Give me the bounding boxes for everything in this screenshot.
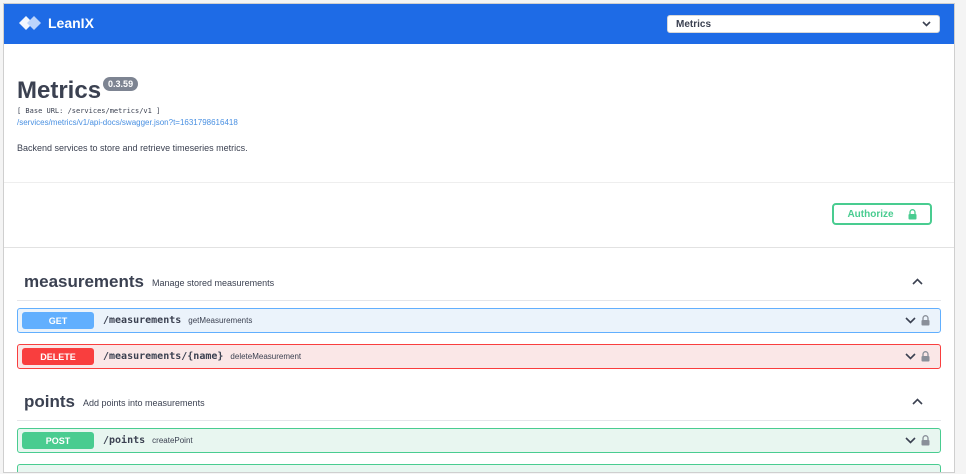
- operation-path: /points: [103, 435, 146, 446]
- divider: [4, 182, 954, 183]
- operation-create-point[interactable]: POST /points createPoint: [17, 428, 941, 453]
- lock-icon: [908, 208, 917, 219]
- brand-name: LeanIX: [48, 15, 94, 31]
- operation-delete-measurement[interactable]: DELETE /measurements/{name} deleteMeasur…: [17, 344, 941, 369]
- spec-select-value: Metrics: [676, 18, 712, 30]
- authorize-button[interactable]: Authorize: [832, 203, 932, 225]
- api-info: Metrics 0.3.59 [ Base URL: /services/met…: [17, 76, 937, 153]
- authorize-label: Authorize: [847, 208, 894, 220]
- lock-icon[interactable]: [921, 351, 930, 362]
- operation-path: /measurements: [103, 315, 182, 326]
- page-title: Metrics: [17, 77, 102, 104]
- brand[interactable]: LeanIX: [18, 14, 94, 32]
- api-description: Backend services to store and retrieve t…: [17, 143, 248, 153]
- tag-description: Manage stored measurements: [152, 278, 275, 288]
- divider: [4, 247, 954, 248]
- tag-measurements[interactable]: measurements Manage stored measurements: [17, 264, 941, 301]
- leanix-logo-icon: [19, 16, 41, 30]
- tag-description: Add points into measurements: [83, 398, 205, 408]
- swagger-page: LeanIX Metrics Metrics 0.3.59 [ Base URL…: [3, 3, 955, 473]
- chevron-down-icon[interactable]: [905, 317, 916, 324]
- chevron-down-icon[interactable]: [905, 437, 916, 444]
- tag-points[interactable]: points Add points into measurements: [17, 384, 941, 421]
- chevron-up-icon[interactable]: [912, 398, 923, 405]
- chevron-down-icon[interactable]: [905, 353, 916, 360]
- spec-link[interactable]: /services/metrics/v1/api-docs/swagger.js…: [17, 118, 937, 127]
- tag-name: measurements: [24, 272, 145, 291]
- operation-get-measurements[interactable]: GET /measurements getMeasurements: [17, 308, 941, 333]
- operation-summary: deleteMeasurement: [230, 352, 302, 361]
- operation-partial[interactable]: [17, 464, 941, 472]
- operation-summary: createPoint: [152, 436, 193, 445]
- topbar: LeanIX Metrics: [4, 4, 954, 44]
- spec-select[interactable]: Metrics: [667, 15, 940, 33]
- method-badge: GET: [22, 312, 94, 329]
- tag-name: points: [24, 392, 75, 411]
- chevron-up-icon[interactable]: [912, 278, 923, 285]
- chevron-down-icon: [922, 21, 931, 27]
- lock-icon[interactable]: [921, 315, 930, 326]
- lock-icon[interactable]: [921, 435, 930, 446]
- base-url: [ Base URL: /services/metrics/v1 ]: [17, 107, 161, 115]
- operation-path: /measurements/{name}: [103, 351, 224, 362]
- method-badge: DELETE: [22, 348, 94, 365]
- method-badge: POST: [22, 432, 94, 449]
- version-badge: 0.3.59: [103, 77, 139, 91]
- operation-summary: getMeasurements: [188, 316, 253, 325]
